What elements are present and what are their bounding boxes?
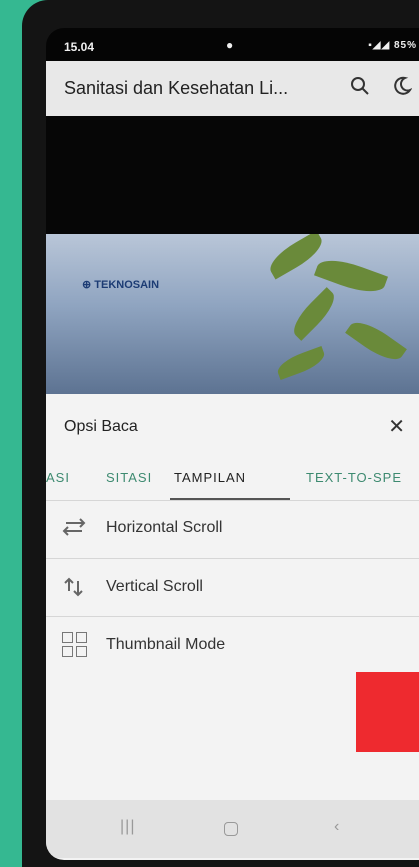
recents-button[interactable]: ||| — [120, 818, 135, 836]
sheet-title: Opsi Baca — [64, 418, 138, 435]
status-bar: 15.04 ● ▪◢◢ 85% — [46, 38, 419, 58]
option-label: Vertical Scroll — [106, 578, 203, 595]
tab-partial[interactable]: TASI — [46, 470, 70, 485]
red-overlay-block — [356, 672, 419, 752]
battery-percent: 85% — [393, 40, 417, 51]
horizontal-scroll-icon — [60, 516, 88, 540]
app-title: Sanitasi dan Kesehatan Li... — [64, 78, 289, 98]
battery-saver-icon: ● — [226, 38, 234, 52]
back-button[interactable]: ‹ — [334, 818, 339, 836]
leaf-decoration — [274, 345, 328, 381]
leaf-decoration — [287, 287, 341, 341]
tab-tampilan[interactable]: TAMPILAN — [174, 470, 246, 485]
signal-icon: ▪◢◢ — [368, 40, 394, 51]
theme-icon[interactable] — [390, 76, 414, 100]
option-thumbnail-mode[interactable]: Thumbnail Mode — [46, 616, 419, 675]
tab-sitasi[interactable]: SITASI — [106, 470, 152, 485]
option-label: Thumbnail Mode — [106, 636, 226, 653]
search-icon[interactable] — [348, 76, 372, 100]
tab-text-to-speech[interactable]: TEXT-TO-SPE — [306, 470, 402, 485]
app-bar: Sanitasi dan Kesehatan Li... — [46, 61, 419, 116]
option-label: Horizontal Scroll — [106, 519, 223, 536]
vertical-scroll-icon — [60, 575, 88, 599]
close-icon[interactable]: ✕ — [388, 414, 405, 439]
status-time: 15.04 — [64, 40, 95, 54]
cover-brand: ⊕ TEKNOSAIN — [82, 279, 160, 291]
reading-options-sheet: Opsi Baca ✕ TASI SITASI TAMPILAN TEXT-TO… — [46, 394, 419, 860]
system-nav-bar: ||| ‹ — [46, 800, 419, 858]
thumbnail-grid-icon — [62, 632, 90, 657]
leaf-decoration — [345, 314, 407, 368]
option-horizontal-scroll[interactable]: Horizontal Scroll — [46, 500, 419, 558]
book-cover: ⊕ TEKNOSAIN — [46, 234, 419, 394]
tab-bar: TASI SITASI TAMPILAN TEXT-TO-SPE — [46, 466, 419, 496]
home-button[interactable] — [224, 822, 238, 836]
document-page — [46, 116, 419, 236]
option-vertical-scroll[interactable]: Vertical Scroll — [46, 558, 419, 617]
